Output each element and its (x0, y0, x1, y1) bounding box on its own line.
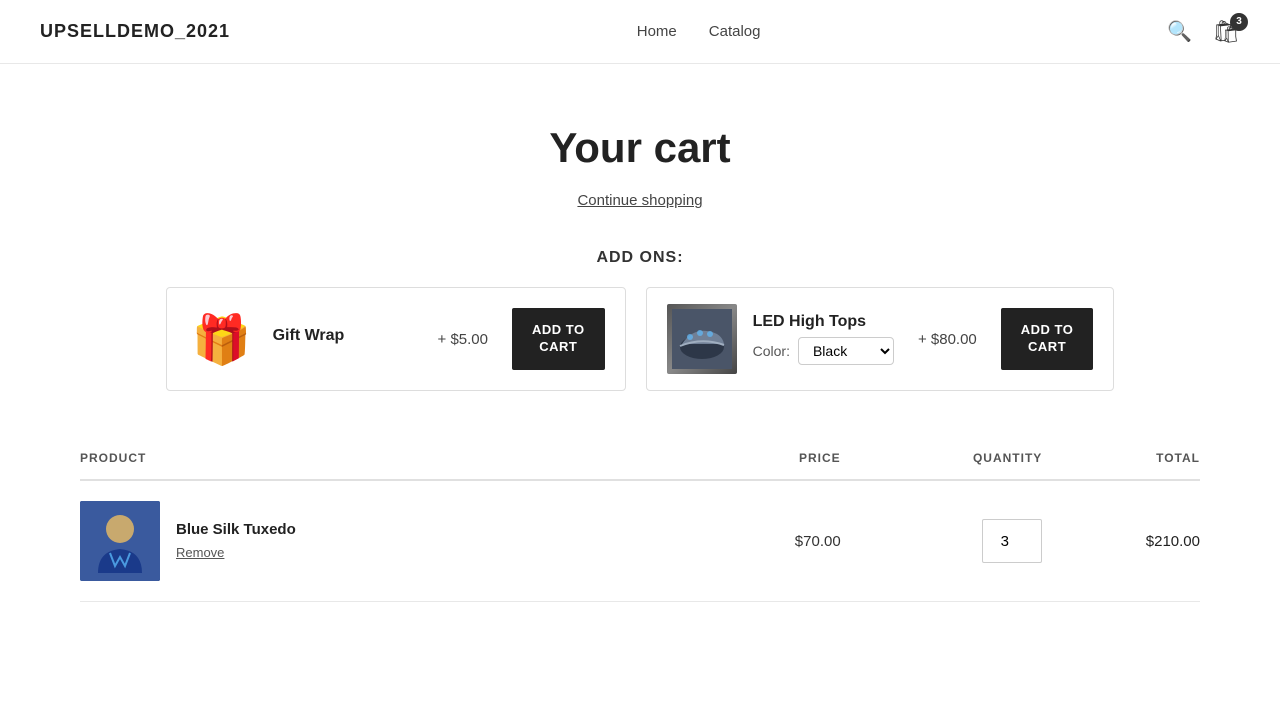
color-select[interactable]: Black White Blue Red (798, 337, 894, 365)
cart-button[interactable]: 🛍 3 (1212, 19, 1240, 45)
site-logo[interactable]: UPSELLDEMO_2021 (40, 21, 230, 42)
header: UPSELLDEMO_2021 Home Catalog 🔍 🛍 3 (0, 0, 1280, 64)
addon-info-led-high-tops: LED High Tops Color: Black White Blue Re… (753, 313, 894, 365)
product-name: Blue Silk Tuxedo (176, 521, 296, 538)
quantity-input[interactable] (982, 519, 1042, 563)
addon-color-row: Color: Black White Blue Red (753, 337, 894, 365)
color-label: Color: (753, 343, 790, 359)
addons-container: 🎁 Gift Wrap + $5.00 ADD TOCART (80, 287, 1200, 391)
header-icons: 🔍 🛍 3 (1167, 19, 1240, 45)
addon-card-led-high-tops: LED High Tops Color: Black White Blue Re… (646, 287, 1115, 391)
product-details: Blue Silk Tuxedo Remove (176, 521, 296, 562)
addon-name-led-high-tops: LED High Tops (753, 313, 894, 331)
addon-info-gift-wrap: Gift Wrap (273, 327, 414, 351)
col-header-price: PRICE (707, 441, 840, 480)
addon-price-led-high-tops: + $80.00 (918, 331, 977, 348)
total-cell: $210.00 (1042, 480, 1200, 602)
addon-price-gift-wrap: + $5.00 (438, 331, 488, 348)
col-header-quantity: QUANTITY (841, 441, 1043, 480)
add-to-cart-gift-wrap[interactable]: ADD TOCART (512, 308, 605, 370)
addons-label: ADD ONS: (80, 249, 1200, 267)
col-header-total: TOTAL (1042, 441, 1200, 480)
page-title: Your cart (80, 124, 1200, 172)
price-cell: $70.00 (707, 480, 840, 602)
quantity-cell (841, 480, 1043, 602)
add-to-cart-led-high-tops[interactable]: ADD TOCART (1001, 308, 1094, 370)
nav-catalog[interactable]: Catalog (709, 23, 761, 40)
search-button[interactable]: 🔍 (1167, 19, 1192, 44)
cart-table: PRODUCT PRICE QUANTITY TOTAL (80, 441, 1200, 602)
gift-wrap-image: 🎁 (187, 304, 257, 374)
main-content: Your cart Continue shopping ADD ONS: 🎁 G… (40, 64, 1240, 642)
product-thumbnail (80, 501, 160, 581)
cart-table-body: Blue Silk Tuxedo Remove $70.00 $210.00 (80, 480, 1200, 602)
nav-home[interactable]: Home (637, 23, 677, 40)
remove-button[interactable]: Remove (176, 545, 224, 560)
cart-badge: 3 (1230, 13, 1248, 31)
cart-table-header: PRODUCT PRICE QUANTITY TOTAL (80, 441, 1200, 480)
search-icon: 🔍 (1167, 21, 1192, 43)
main-nav: Home Catalog (637, 23, 761, 40)
product-cell: Blue Silk Tuxedo Remove (80, 480, 707, 602)
col-header-product: PRODUCT (80, 441, 707, 480)
continue-shopping-link[interactable]: Continue shopping (80, 192, 1200, 209)
addons-section: ADD ONS: 🎁 Gift Wrap + $5.00 ADD TOCART (80, 249, 1200, 391)
table-row: Blue Silk Tuxedo Remove $70.00 $210.00 (80, 480, 1200, 602)
addon-card-gift-wrap: 🎁 Gift Wrap + $5.00 ADD TOCART (166, 287, 626, 391)
led-high-tops-image (667, 304, 737, 374)
addon-name-gift-wrap: Gift Wrap (273, 327, 414, 345)
